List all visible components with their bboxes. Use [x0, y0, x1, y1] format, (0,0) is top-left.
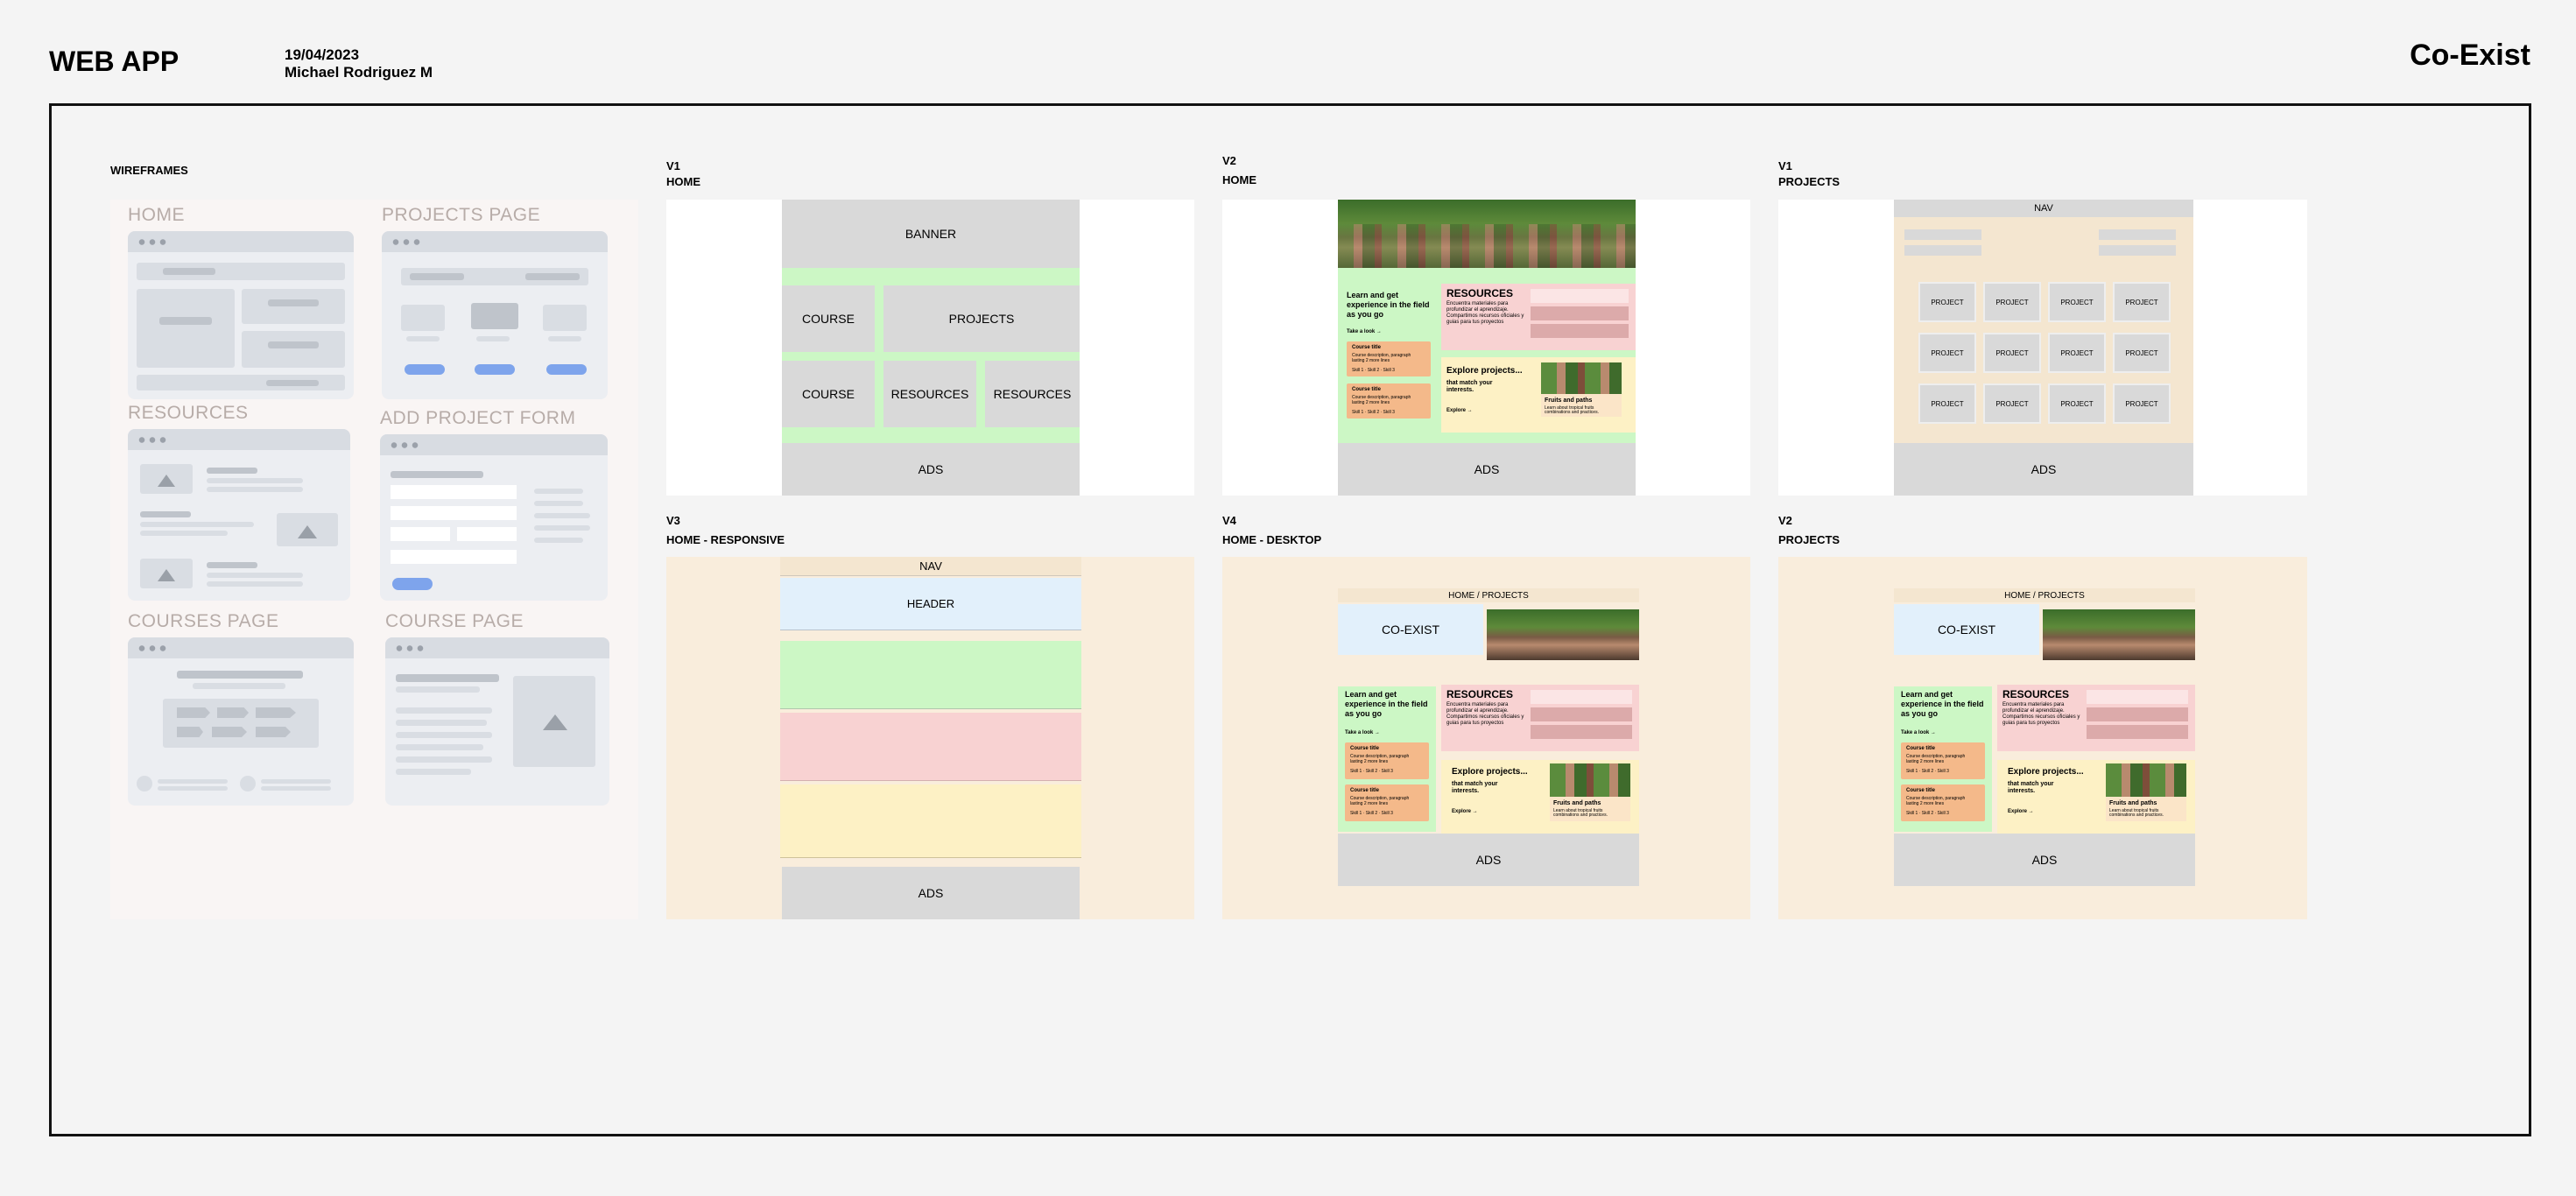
- wf-add-project-label: ADD PROJECT FORM: [380, 408, 576, 428]
- v4-breadcrumb[interactable]: HOME / PROJECTS: [1338, 588, 1639, 602]
- v2p-course-card-2[interactable]: Course title Course description, paragra…: [1901, 784, 1985, 821]
- wireframes-panel: HOME PROJECTS PAGE RESOURCES ADD PROJECT…: [110, 200, 638, 919]
- v1-projects-ads: ADS: [1894, 443, 2193, 496]
- v1-project-card[interactable]: PROJECT: [2113, 333, 2171, 373]
- v2-projects-frame: HOME / PROJECTS CO-EXIST Learn and get e…: [1778, 557, 2307, 919]
- v2p-course-card-1[interactable]: Course title Course description, paragra…: [1901, 742, 1985, 779]
- image-icon: [543, 714, 567, 730]
- v1-course-2: COURSE: [782, 361, 875, 427]
- wf-course-label: COURSE PAGE: [385, 611, 524, 631]
- v2p-logo: CO-EXIST: [1894, 604, 2039, 655]
- v1-resources-1: RESOURCES: [883, 361, 976, 427]
- v1-resources-2: RESOURCES: [985, 361, 1080, 427]
- v1-projects-version: V1: [1778, 159, 1792, 172]
- v2-home-frame: Learn and get experience in the field as…: [1222, 200, 1750, 496]
- v2-home-version: V2: [1222, 154, 1236, 167]
- header-date: 19/04/2023: [285, 46, 360, 63]
- v4-logo: CO-EXIST: [1338, 604, 1483, 655]
- v1-project-card[interactable]: PROJECT: [2048, 282, 2106, 322]
- v1-project-card[interactable]: PROJECT: [2048, 333, 2106, 373]
- v3-home-title: HOME - RESPONSIVE: [666, 533, 785, 546]
- wf-projects-window: [382, 231, 608, 399]
- v2-home-title: HOME: [1222, 173, 1256, 186]
- wf-home-window: [128, 231, 354, 399]
- v2-projects-version: V2: [1778, 514, 1792, 527]
- v1-projects: PROJECTS: [883, 285, 1080, 352]
- header-author: Michael Rodriguez M: [285, 64, 433, 81]
- v1-project-card[interactable]: PROJECT: [1918, 333, 1976, 373]
- v1-home-frame: BANNER COURSE PROJECTS COURSE RESOURCES …: [666, 200, 1194, 496]
- v3-nav[interactable]: NAV: [780, 557, 1081, 576]
- app-title: WEB APP: [49, 46, 179, 77]
- v1-project-card[interactable]: PROJECT: [1918, 282, 1976, 322]
- v1-course-1: COURSE: [782, 285, 875, 352]
- brand-title: Co-Exist: [2410, 39, 2530, 72]
- v2p-ads: ADS: [1894, 834, 2195, 886]
- wf-resources-label: RESOURCES: [128, 403, 249, 423]
- v2-resources-title: RESOURCES: [1446, 287, 1514, 299]
- v2-learn-text: Learn and get experience in the field as…: [1347, 291, 1430, 319]
- v3-header: HEADER: [780, 578, 1081, 630]
- wf-home-label: HOME: [128, 205, 185, 225]
- v4-course-card-2[interactable]: Course title Course description, paragra…: [1345, 784, 1429, 821]
- v3-home-frame: NAV HEADER ADS: [666, 557, 1194, 919]
- v2-explore-sub: that match your interests.: [1446, 380, 1493, 393]
- wf-courses-label: COURSES PAGE: [128, 611, 279, 631]
- v1-project-card[interactable]: PROJECT: [1983, 333, 2041, 373]
- v1-ads: ADS: [782, 443, 1080, 496]
- image-icon: [158, 475, 175, 487]
- image-icon: [158, 569, 175, 581]
- v2-ads: ADS: [1338, 443, 1636, 496]
- v4-ads: ADS: [1338, 834, 1639, 886]
- v2-course-card-1[interactable]: Course title Course description, paragra…: [1347, 341, 1431, 376]
- v1-banner: BANNER: [782, 200, 1080, 268]
- v3-green-section: [780, 641, 1081, 709]
- v4-home-frame: HOME / PROJECTS CO-EXIST Learn and get e…: [1222, 557, 1750, 919]
- v3-pink-section: [780, 713, 1081, 781]
- v1-project-card[interactable]: PROJECT: [1918, 383, 1976, 424]
- v1-home-version: V1: [666, 159, 680, 172]
- v4-home-title: HOME - DESKTOP: [1222, 533, 1322, 546]
- v3-ads: ADS: [782, 867, 1080, 919]
- v1-project-card[interactable]: PROJECT: [2048, 383, 2106, 424]
- wf-courses-window: [128, 637, 354, 806]
- v2-explore-title: Explore projects...: [1446, 366, 1523, 376]
- v4-home-version: V4: [1222, 514, 1236, 527]
- v1-project-card[interactable]: PROJECT: [2113, 383, 2171, 424]
- v2-projects-title: PROJECTS: [1778, 533, 1841, 546]
- v2-course-card-2[interactable]: Course title Course description, paragra…: [1347, 383, 1431, 419]
- v2p-hero-image: [2043, 609, 2195, 660]
- v4-hero-image: [1487, 609, 1639, 660]
- v1-projects-frame: NAV ADS PROJECT PROJECT PROJECT PROJECT PROJ…: [1778, 200, 2307, 496]
- wireframes-label: WIREFRAMES: [110, 164, 188, 177]
- v1-home-title: HOME: [666, 175, 700, 188]
- image-icon: [298, 525, 317, 538]
- v2-resources-desc: Encuentra materiales para profundizar el…: [1446, 301, 1524, 325]
- v1-projects-nav[interactable]: NAV: [1894, 200, 2193, 217]
- wf-resources-window: [128, 429, 350, 601]
- v1-project-card[interactable]: PROJECT: [2113, 282, 2171, 322]
- wf-add-project-window: [380, 434, 608, 601]
- v3-home-version: V3: [666, 514, 680, 527]
- wf-projects-label: PROJECTS PAGE: [382, 205, 541, 225]
- v2-explore-link[interactable]: Explore →: [1446, 408, 1473, 414]
- v4-course-card-1[interactable]: Course title Course description, paragra…: [1345, 742, 1429, 779]
- v1-project-card[interactable]: PROJECT: [1983, 282, 2041, 322]
- v2p-breadcrumb[interactable]: HOME / PROJECTS: [1894, 588, 2195, 602]
- v2-take-look[interactable]: Take a look →: [1347, 329, 1382, 335]
- v1-projects-title: PROJECTS: [1778, 175, 1841, 188]
- v1-project-card[interactable]: PROJECT: [1983, 383, 2041, 424]
- wf-course-window: [385, 637, 609, 806]
- v3-yellow-section: [780, 784, 1081, 858]
